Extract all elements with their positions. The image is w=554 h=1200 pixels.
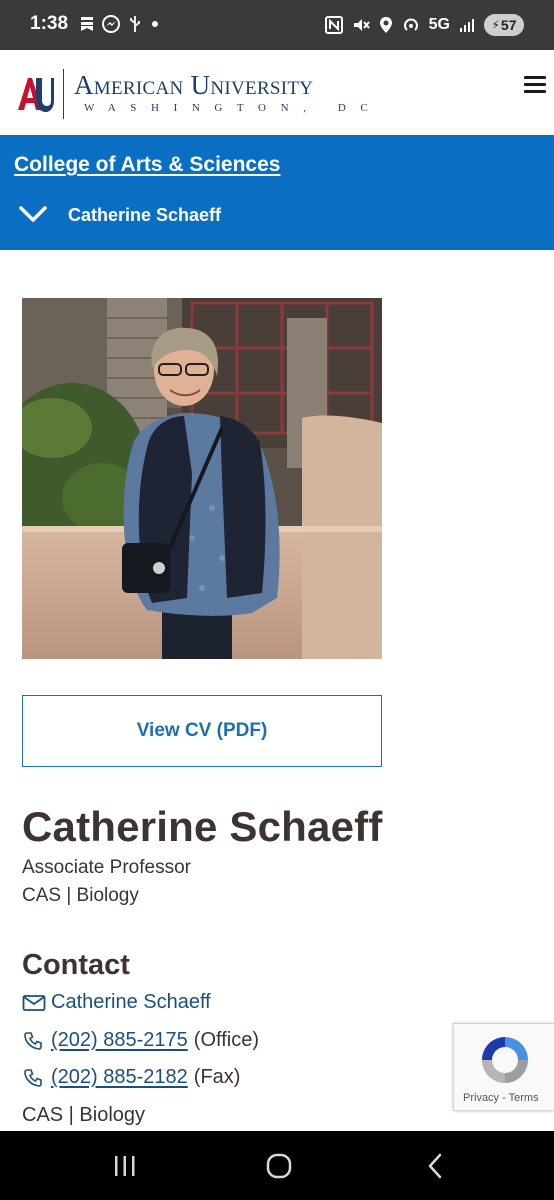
menu-button[interactable] [524, 76, 548, 96]
logo-divider [63, 69, 64, 119]
messenger-icon [102, 15, 120, 33]
profile-name: Catherine Schaeff [22, 803, 383, 850]
hotspot-icon [403, 18, 418, 31]
contact-phone-fax-row: (202) 885-2182 (Fax) [22, 1066, 240, 1089]
recaptcha-separator: - [502, 1092, 506, 1104]
phone-icon [24, 1068, 42, 1087]
battery-level: 57 [500, 17, 517, 33]
recents-button[interactable] [110, 1151, 140, 1181]
battery-bolt-icon: ⚡ [491, 18, 500, 32]
profile-photo [22, 298, 382, 659]
office-phone-link[interactable]: (202) 885-2175 [51, 1029, 188, 1052]
battery-icon: ⚡ 57 [484, 14, 524, 36]
bookmark-icon [81, 17, 93, 31]
contact-email-row: Catherine Schaeff [22, 991, 211, 1014]
status-bar: 1:38 5G ⚡ 57 [0, 0, 554, 50]
envelope-icon [22, 994, 46, 1011]
hamburger-icon [524, 76, 546, 79]
section-menu-toggle[interactable]: Catherine Schaeff [68, 205, 221, 226]
recaptcha-terms-link[interactable]: Terms [509, 1092, 539, 1104]
system-icons: 5G ⚡ 57 [324, 13, 524, 37]
university-location: WASHINGTON, DC [84, 102, 383, 114]
notification-icons [80, 13, 160, 35]
view-cv-button[interactable]: View CV (PDF) [22, 695, 382, 767]
network-type: 5G [428, 16, 450, 33]
phone-icon [24, 1031, 42, 1050]
dot-icon [152, 21, 158, 27]
recents-icon [115, 1156, 135, 1176]
section-nav: College of Arts & Sciences Catherine Sch… [0, 135, 554, 250]
recaptcha-badge[interactable]: Privacy - Terms [453, 1023, 554, 1111]
mute-icon [353, 19, 370, 31]
nfc-icon [324, 16, 343, 34]
system-nav-bar [0, 1131, 554, 1200]
recaptcha-privacy-link[interactable]: Privacy [463, 1092, 499, 1104]
home-icon [266, 1153, 292, 1179]
hamburger-icon-line [524, 90, 546, 93]
au-logo-icon[interactable] [16, 73, 54, 113]
back-icon [428, 1153, 442, 1179]
signal-icon [460, 19, 474, 32]
back-button[interactable] [420, 1151, 450, 1181]
university-name[interactable]: American University [74, 70, 313, 101]
site-header: American University WASHINGTON, DC [0, 50, 554, 135]
recaptcha-icon [482, 1037, 528, 1083]
contact-department: CAS | Biology [22, 1104, 146, 1126]
usb-icon [130, 16, 140, 32]
location-icon [379, 17, 392, 33]
hamburger-icon-line [524, 83, 546, 86]
recaptcha-links: Privacy - Terms [463, 1092, 539, 1104]
office-phone-label: (Office) [193, 1029, 259, 1051]
contact-phone-office-row: (202) 885-2175 (Office) [22, 1029, 259, 1052]
chevron-down-icon[interactable] [19, 205, 47, 223]
email-link[interactable]: Catherine Schaeff [51, 991, 211, 1014]
college-link[interactable]: College of Arts & Sciences [14, 153, 280, 177]
fax-phone-label: (Fax) [193, 1066, 241, 1088]
status-time: 1:38 [30, 13, 69, 34]
profile-title: Associate Professor [22, 857, 191, 878]
home-button[interactable] [264, 1151, 294, 1181]
fax-phone-link[interactable]: (202) 885-2182 [51, 1066, 188, 1089]
contact-heading: Contact [22, 949, 130, 981]
profile-department: CAS | Biology [22, 885, 139, 906]
